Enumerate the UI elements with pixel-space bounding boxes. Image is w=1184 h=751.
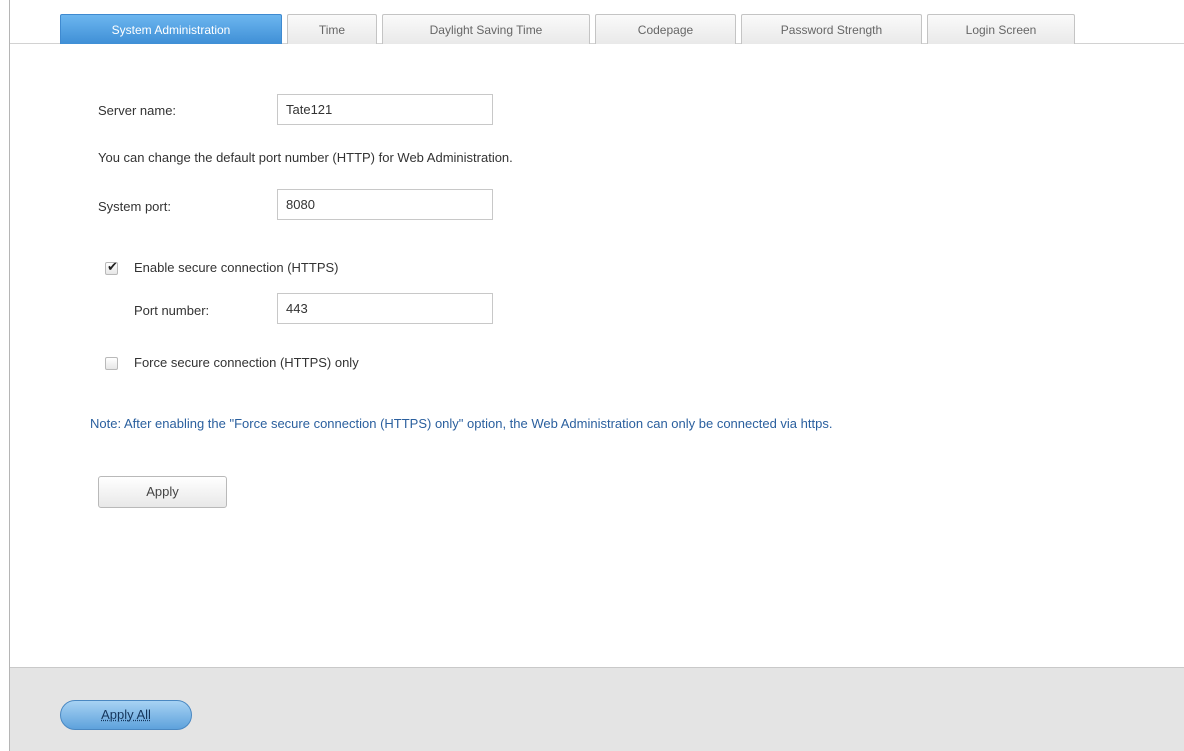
note-text: Note: After enabling the "Force secure c… — [90, 416, 833, 431]
https-checkbox-label: Enable secure connection (HTTPS) — [134, 260, 339, 275]
tab-login-screen[interactable]: Login Screen — [927, 14, 1075, 44]
port-number-label: Port number: — [134, 303, 210, 318]
system-port-label: System port: — [98, 199, 171, 214]
force-https-label: Force secure connection (HTTPS) only — [134, 355, 359, 370]
tab-bar: System Administration Time Daylight Savi… — [10, 0, 1184, 44]
tab-password-strength[interactable]: Password Strength — [741, 14, 922, 44]
checkmark-icon: ✔ — [107, 259, 118, 274]
port-number-input[interactable]: 443 — [277, 293, 493, 324]
apply-all-button[interactable]: Apply All — [60, 700, 192, 730]
tab-system-administration[interactable]: System Administration — [60, 14, 282, 44]
port-info-text: You can change the default port number (… — [98, 150, 513, 165]
tab-time[interactable]: Time — [287, 14, 377, 44]
https-checkbox[interactable]: ✔ — [105, 259, 118, 275]
apply-button[interactable]: Apply — [98, 476, 227, 508]
settings-window: System Administration Time Daylight Savi… — [9, 0, 1184, 751]
server-name-input[interactable]: Tate121 — [277, 94, 493, 125]
system-port-input[interactable]: 8080 — [277, 189, 493, 220]
tab-daylight-saving-time[interactable]: Daylight Saving Time — [382, 14, 590, 44]
footer-bar: Apply All — [10, 667, 1184, 751]
force-https-checkbox[interactable] — [105, 357, 118, 370]
tab-codepage[interactable]: Codepage — [595, 14, 736, 44]
server-name-label: Server name: — [98, 103, 177, 118]
